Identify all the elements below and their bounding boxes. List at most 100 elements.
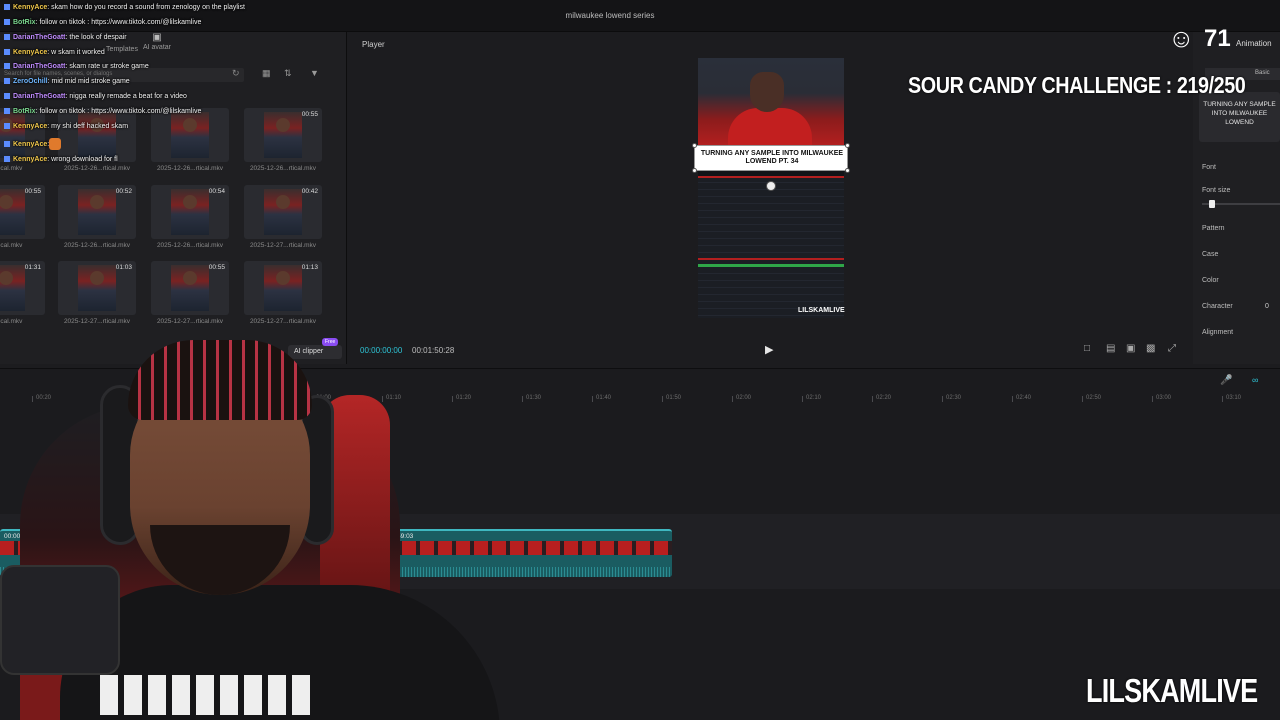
thumbnail-image — [78, 189, 116, 235]
media-thumbnail[interactable]: 01:31 — [0, 261, 45, 315]
chat-badge-icon — [4, 63, 10, 70]
tab-animation[interactable]: Animation — [1236, 39, 1272, 48]
chat-username[interactable]: KennyAce — [13, 49, 47, 56]
channel-name: LILSKAMLIVE — [1086, 672, 1258, 709]
font-size-slider[interactable] — [1202, 200, 1280, 208]
character-value[interactable]: 0 — [1265, 303, 1269, 310]
screen: milwaukee lowend series Templates ▣ AI a… — [0, 0, 1280, 720]
crop-icon[interactable]: □ — [1084, 343, 1090, 354]
chat-message: KennyAce: wrong download for fl — [4, 155, 118, 164]
chat-badge-icon — [4, 49, 10, 56]
thumbnail-image — [0, 189, 25, 235]
filter-icon[interactable]: ▼ — [310, 68, 319, 78]
ruler-tick: 01:30 — [521, 395, 542, 402]
chat-text: : skam how do you record a sound from ze… — [47, 4, 245, 11]
resize-handle-tl[interactable] — [692, 143, 697, 148]
media-thumbnail[interactable]: 01:03 — [58, 261, 136, 315]
chat-badge-icon — [4, 123, 10, 130]
chat-badge-icon — [4, 19, 10, 26]
media-thumbnail[interactable]: 01:13 — [244, 261, 322, 315]
character-label: Character — [1202, 303, 1233, 310]
chat-overlay: KennyAce: skam how do you record a sound… — [0, 0, 290, 170]
alignment-label: Alignment — [1202, 329, 1234, 336]
player-toolbar: □ ▤ ▣ ▩ ⤢ — [1082, 343, 1182, 357]
chat-message: ZeroOchill: mid mid mid stroke game — [4, 77, 130, 86]
chat-text: : skam rate ur stroke game — [65, 63, 149, 70]
clip-duration: 00:55 — [24, 188, 41, 195]
chat-username[interactable]: KennyAce — [13, 123, 47, 130]
braided-hair — [128, 340, 312, 420]
chat-username[interactable]: DarianTheGoatt — [13, 63, 66, 70]
ruler-tick: 01:50 — [661, 395, 682, 402]
daw-green-line — [698, 264, 844, 267]
chat-message: KennyAce: — [4, 138, 62, 150]
chat-username[interactable]: KennyAce — [13, 4, 47, 11]
chat-text: : my shi deff hacked skam — [47, 123, 129, 130]
preview-watermark: LILSKAMLIVE — [798, 307, 845, 314]
chat-badge-icon — [4, 78, 10, 85]
clip-filename: 2025-12-27...rtical.mkv — [156, 318, 224, 325]
resize-handle-bl[interactable] — [692, 168, 697, 173]
ruler-tick: 02:20 — [871, 395, 892, 402]
media-thumbnail[interactable]: 00:54 — [151, 185, 229, 239]
chat-username[interactable]: BotRix — [13, 19, 36, 26]
font-size-label: Font size — [1202, 187, 1231, 194]
ruler-tick: 02:00 — [731, 395, 752, 402]
caption-text-box[interactable]: TURNING ANY SAMPLE INTO MILWAUKEE LOWEND… — [692, 143, 850, 173]
play-icon[interactable]: ▶ — [765, 343, 773, 356]
thumbnail-image — [264, 189, 302, 235]
chat-message: DarianTheGoatt: nigga really remade a be… — [4, 92, 187, 101]
clip-filename: ...rtical.mkv — [0, 242, 23, 249]
chat-username[interactable]: KennyAce — [13, 156, 47, 163]
chat-message: KennyAce: my shi deff hacked skam — [4, 122, 128, 131]
chat-badge-icon — [4, 34, 10, 41]
clip-duration: 01:13 — [301, 264, 318, 271]
chat-text: : wrong download for fl — [47, 156, 118, 163]
media-thumbnail[interactable]: 00:55 — [0, 185, 45, 239]
text-preview: TURNING ANY SAMPLE INTO MILWAUKEE LOWEND — [1199, 92, 1280, 142]
chat-username[interactable]: KennyAce — [13, 141, 47, 148]
quality-icon[interactable]: ▩ — [1146, 343, 1155, 354]
preview-webcam-frame — [698, 58, 844, 148]
chat-badge-icon — [4, 4, 10, 11]
resize-handle-br[interactable] — [845, 168, 850, 173]
chat-badge-icon — [4, 141, 10, 147]
clip-duration: 00:55 — [208, 264, 225, 271]
chat-username[interactable]: ZeroOchill — [13, 78, 48, 85]
microphone-icon[interactable]: 🎤 — [1220, 375, 1232, 386]
clip-filename: 2025-12-27...rtical.mkv — [249, 242, 317, 249]
fullscreen-icon[interactable]: ⤢ — [1168, 343, 1176, 354]
clip-filename: 2025-12-26...rtical.mkv — [63, 242, 131, 249]
preview-hoodie — [728, 108, 812, 148]
emote-icon — [49, 138, 62, 150]
clip-duration: 01:03 — [115, 264, 132, 271]
clip-filename: 2025-12-27...rtical.mkv — [249, 318, 317, 325]
chat-username[interactable]: BotRix — [13, 108, 36, 115]
clip-filename: ...rtical.mkv — [0, 318, 23, 325]
thumbnail-image — [264, 265, 302, 311]
chat-username[interactable]: DarianTheGoatt — [13, 93, 66, 100]
clip-filename: 2025-12-27...rtical.mkv — [63, 318, 131, 325]
ruler-tick: 03:00 — [1151, 395, 1172, 402]
hoodie-logo — [100, 675, 310, 715]
snapshot-icon[interactable]: ▣ — [1126, 343, 1135, 354]
thumbnail-image — [171, 265, 209, 311]
font-size-slider-knob[interactable] — [1209, 200, 1216, 208]
chat-text: : w skam it worked — [47, 49, 105, 56]
clip-duration: 00:52 — [115, 188, 132, 195]
daw-red-line — [698, 176, 844, 178]
media-thumbnail[interactable]: 00:55 — [151, 261, 229, 315]
thumbnail-image — [171, 189, 209, 235]
chat-username[interactable]: DarianTheGoatt — [13, 34, 66, 41]
rotate-handle[interactable] — [766, 181, 776, 191]
media-thumbnail[interactable]: 00:52 — [58, 185, 136, 239]
media-thumbnail[interactable]: 00:42 — [244, 185, 322, 239]
ruler-tick: 02:10 — [801, 395, 822, 402]
link-icon[interactable]: ∞ — [1252, 375, 1258, 385]
chat-text: : nigga really remade a beat for a video — [65, 93, 187, 100]
streamer-webcam — [0, 335, 500, 720]
ratio-icon[interactable]: ▤ — [1106, 343, 1115, 354]
resize-handle-tr[interactable] — [845, 143, 850, 148]
chat-message: DarianTheGoatt: skam rate ur stroke game — [4, 62, 149, 71]
daw-red-line-lower — [698, 258, 844, 260]
